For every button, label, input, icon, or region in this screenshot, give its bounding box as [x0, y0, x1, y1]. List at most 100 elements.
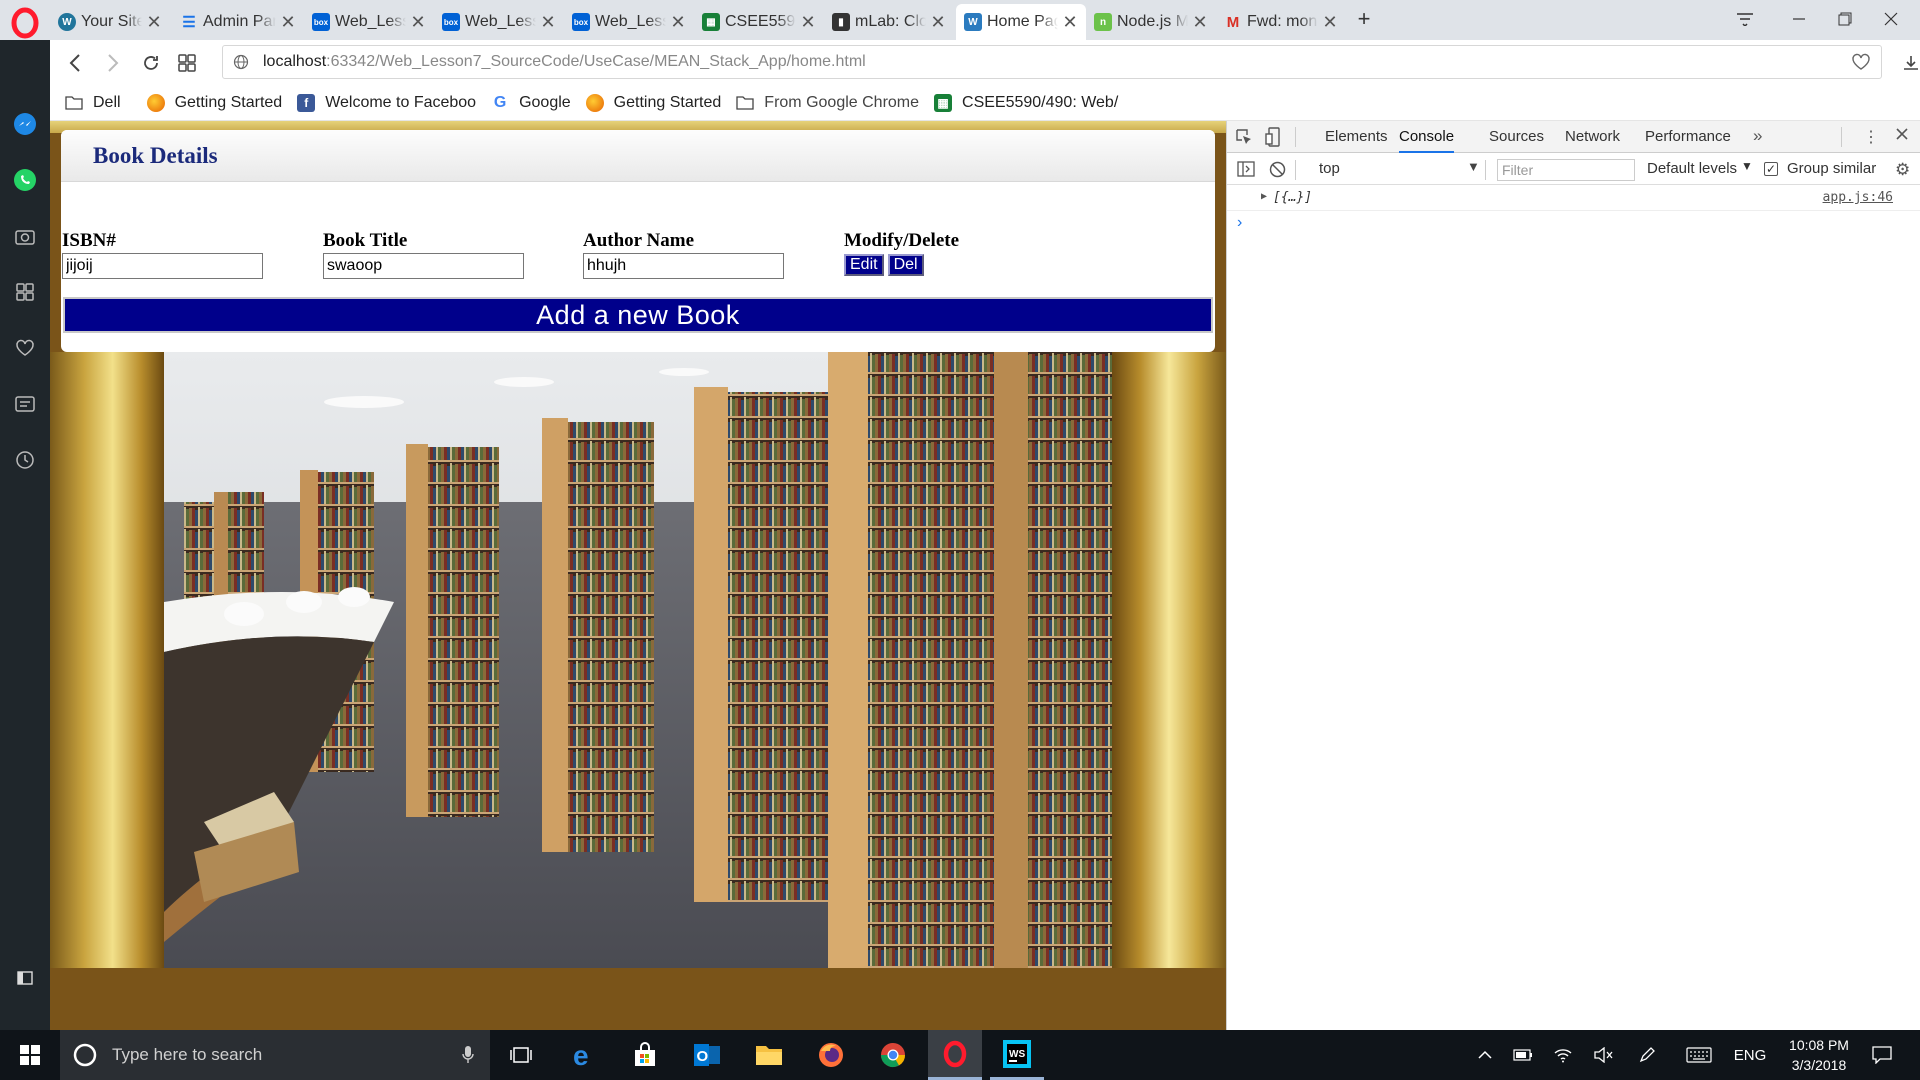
tab-6[interactable]: ▮ mLab: Cloud- ✕ — [824, 4, 954, 40]
log-source-link[interactable]: app.js:46 — [1823, 190, 1893, 205]
clock[interactable]: 10:08 PM 3/3/2018 — [1774, 1030, 1864, 1080]
tab-sources[interactable]: Sources — [1489, 121, 1544, 153]
bookmark-getting-started[interactable]: Getting Started — [146, 93, 282, 112]
levels-dropdown-icon[interactable]: ▼ — [1741, 159, 1753, 173]
tab-2[interactable]: box Web_Lesson7 ✕ — [304, 4, 434, 40]
close-tab-icon[interactable]: ✕ — [146, 12, 162, 33]
clear-console-icon[interactable] — [1269, 161, 1286, 178]
log-levels-dropdown[interactable]: Default levels — [1647, 160, 1737, 177]
tab-network[interactable]: Network — [1565, 121, 1620, 153]
close-tab-icon[interactable]: ✕ — [410, 12, 426, 33]
close-tab-icon[interactable]: ✕ — [930, 12, 946, 33]
speed-dial-icon[interactable] — [172, 48, 202, 78]
bookmarks-heart-icon[interactable] — [11, 334, 39, 362]
outlook-icon[interactable]: O — [680, 1030, 734, 1080]
messenger-icon[interactable] — [11, 110, 39, 138]
bookmark-dell[interactable]: Dell — [65, 94, 121, 112]
close-tab-icon[interactable]: ✕ — [800, 12, 816, 33]
bookmark-csee[interactable]: ▦ CSEE5590/490: Web/ — [934, 93, 1118, 112]
store-icon[interactable] — [618, 1030, 672, 1080]
tray-chevron-up-icon[interactable] — [1470, 1030, 1500, 1080]
book-title-input[interactable] — [323, 253, 524, 279]
new-tab-button[interactable]: + — [1346, 0, 1382, 38]
context-selector[interactable]: top — [1319, 160, 1340, 177]
sidebar-toggle-icon[interactable] — [11, 964, 39, 992]
reload-button[interactable] — [136, 48, 166, 78]
downloads-icon[interactable] — [1896, 48, 1920, 78]
opera-taskbar-icon[interactable] — [928, 1030, 982, 1080]
task-view-icon[interactable] — [494, 1030, 548, 1080]
bookmark-heart-icon[interactable] — [1851, 53, 1871, 71]
more-tabs-icon[interactable]: » — [1753, 126, 1762, 146]
tab-7-active[interactable]: W Home Page ✕ — [956, 4, 1086, 40]
tab-3[interactable]: box Web_Lesson7 ✕ — [434, 4, 564, 40]
wifi-icon[interactable] — [1548, 1030, 1578, 1080]
bookmark-from-google-chrome[interactable]: From Google Chrome — [736, 94, 919, 112]
touch-keyboard-icon[interactable] — [1682, 1030, 1716, 1080]
pen-workspace-icon[interactable] — [1632, 1030, 1662, 1080]
tab-console[interactable]: Console — [1399, 121, 1455, 153]
tab-0[interactable]: W Your Site ‹ sw ✕ — [50, 4, 170, 40]
tab-menu-icon[interactable] — [1722, 0, 1768, 38]
delete-button[interactable]: Del — [887, 254, 924, 276]
device-toolbar-icon[interactable] — [1265, 127, 1281, 147]
windows-start-icon[interactable] — [3, 1030, 57, 1080]
tab-8[interactable]: n Node.js Mong ✕ — [1086, 4, 1216, 40]
tab-4[interactable]: box Web_Lesson7 ✕ — [564, 4, 694, 40]
add-new-book-button[interactable]: Add a new Book — [63, 297, 1213, 333]
camera-icon[interactable] — [11, 222, 39, 250]
close-devtools-icon[interactable] — [1895, 127, 1909, 141]
bookmark-google[interactable]: G Google — [491, 94, 571, 112]
close-tab-icon[interactable]: ✕ — [1322, 12, 1338, 33]
close-tab-icon[interactable]: ✕ — [280, 12, 296, 33]
tab-1[interactable]: ☰ Admin Panel ‹ W ✕ — [172, 4, 304, 40]
minimize-button[interactable] — [1776, 0, 1822, 38]
volume-muted-icon[interactable] — [1588, 1030, 1618, 1080]
microphone-icon[interactable] — [462, 1045, 474, 1065]
opera-menu-icon[interactable] — [8, 6, 42, 40]
folder-icon — [65, 94, 83, 112]
close-tab-icon[interactable]: ✕ — [670, 12, 686, 33]
whatsapp-icon[interactable] — [11, 166, 39, 194]
console-log-entry[interactable]: ▶ [{…}] app.js:46 — [1227, 186, 1920, 211]
group-similar-checkbox[interactable]: ✓ — [1764, 162, 1778, 176]
firefox-taskbar-icon[interactable] — [804, 1030, 858, 1080]
forward-button[interactable] — [98, 48, 128, 78]
speed-dial-sidebar-icon[interactable] — [11, 278, 39, 306]
tab-performance[interactable]: Performance — [1645, 121, 1731, 153]
input-language[interactable]: ENG — [1730, 1030, 1770, 1080]
close-tab-icon[interactable]: ✕ — [1062, 12, 1078, 33]
file-explorer-icon[interactable] — [742, 1030, 796, 1080]
action-center-icon[interactable] — [1862, 1030, 1902, 1080]
close-tab-icon[interactable]: ✕ — [1192, 12, 1208, 33]
isbn-input[interactable] — [62, 253, 263, 279]
address-bar[interactable]: localhost:63342/Web_Lesson7_SourceCode/U… — [222, 45, 1882, 79]
filter-input[interactable]: Filter — [1497, 159, 1635, 181]
tab-elements[interactable]: Elements — [1325, 121, 1388, 153]
back-button[interactable] — [60, 48, 90, 78]
news-icon[interactable] — [11, 390, 39, 418]
inspect-element-icon[interactable] — [1235, 128, 1253, 146]
edit-button[interactable]: Edit — [844, 254, 884, 276]
restore-button[interactable] — [1822, 0, 1868, 38]
chrome-icon[interactable] — [866, 1030, 920, 1080]
author-name-input[interactable] — [583, 253, 784, 279]
bookmark-getting-started-2[interactable]: Getting Started — [585, 93, 721, 112]
history-clock-icon[interactable] — [11, 446, 39, 474]
bookmark-facebook[interactable]: f Welcome to Faceboo — [297, 93, 476, 112]
expand-triangle-icon[interactable]: ▶ — [1261, 191, 1267, 202]
edge-icon[interactable]: e — [556, 1030, 610, 1080]
console-prompt-icon[interactable]: › — [1237, 214, 1242, 232]
context-dropdown-icon[interactable]: ▼ — [1467, 159, 1480, 174]
webstorm-taskbar-icon[interactable]: WS — [990, 1030, 1044, 1080]
console-settings-gear-icon[interactable]: ⚙ — [1895, 160, 1910, 180]
author-column: Author Name — [583, 230, 784, 279]
close-window-button[interactable] — [1868, 0, 1914, 38]
tab-5[interactable]: ▦ CSEE5590/490 ✕ — [694, 4, 824, 40]
battery-icon[interactable] — [1508, 1030, 1538, 1080]
console-sidebar-icon[interactable] — [1237, 161, 1255, 177]
taskbar-search-box[interactable]: Type here to search — [60, 1030, 490, 1080]
close-tab-icon[interactable]: ✕ — [540, 12, 556, 33]
tab-9[interactable]: M Fwd: mongo.j ✕ — [1216, 4, 1346, 40]
devtools-menu-icon[interactable]: ⋮ — [1863, 127, 1879, 147]
